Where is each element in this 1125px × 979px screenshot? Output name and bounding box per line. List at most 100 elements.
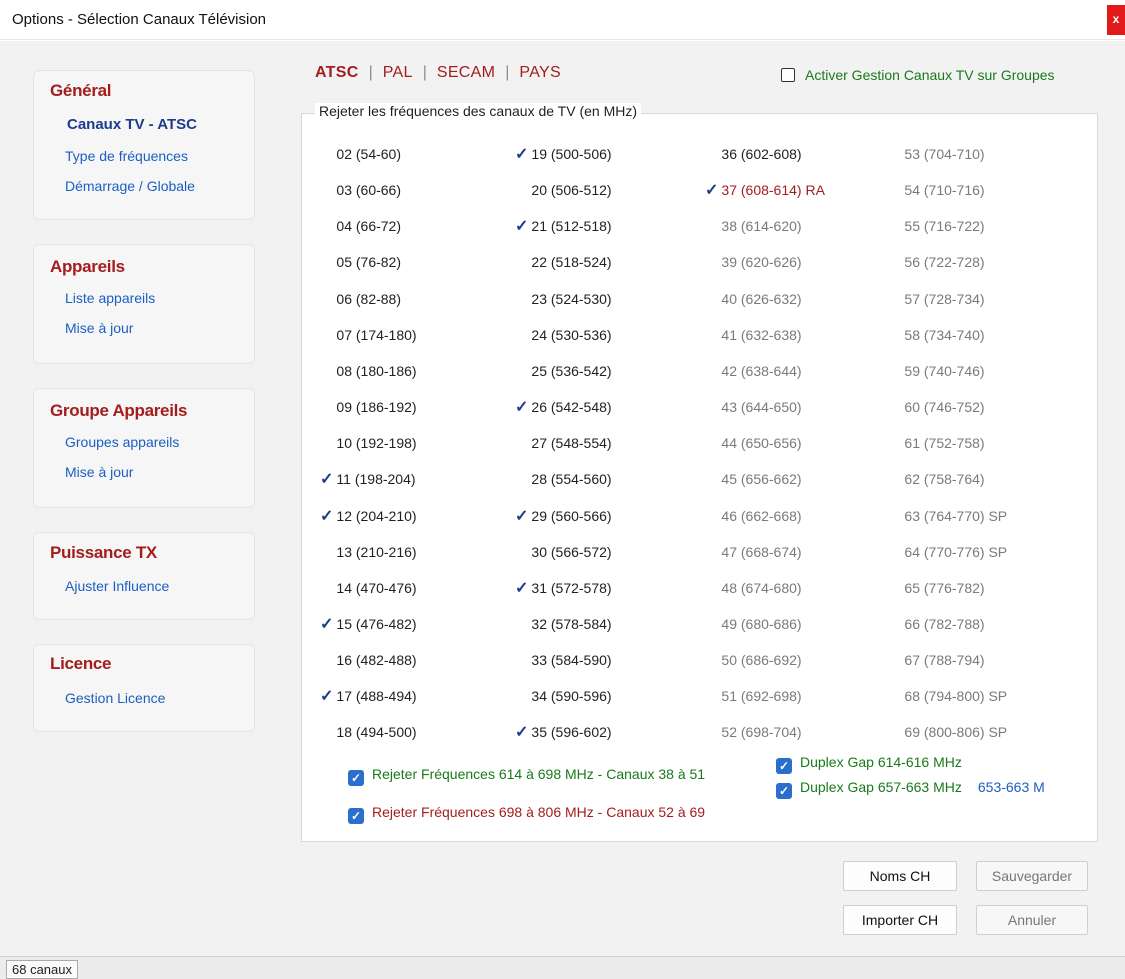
- channel-item[interactable]: ✓13 (210-216): [320, 542, 416, 562]
- importer-ch-button[interactable]: Importer CH: [843, 905, 957, 935]
- channel-item[interactable]: ✓27 (548-554): [515, 433, 611, 453]
- channel-item[interactable]: ✓58 (734-740): [888, 325, 984, 345]
- channel-item[interactable]: ✓30 (566-572): [515, 542, 611, 562]
- channel-item[interactable]: ✓02 (54-60): [320, 144, 401, 164]
- channel-item[interactable]: ✓24 (530-536): [515, 325, 611, 345]
- channel-item[interactable]: ✓ 19 (500-506): [515, 144, 612, 164]
- close-button[interactable]: x: [1107, 5, 1125, 35]
- channel-item[interactable]: ✓ 37 (608-614) RA: [705, 180, 825, 200]
- nav-item-canaux-tv-atsc[interactable]: Canaux TV - ATSC: [67, 116, 197, 133]
- channel-item[interactable]: ✓10 (192-198): [320, 433, 416, 453]
- channel-item[interactable]: ✓51 (692-698): [705, 686, 801, 706]
- duplex-614-616-checkbox[interactable]: ✓ Duplex Gap 614-616 MHz: [776, 754, 962, 774]
- channel-item[interactable]: ✓41 (632-638): [705, 325, 802, 345]
- channel-item[interactable]: ✓50 (686-692): [705, 650, 801, 670]
- channel-item[interactable]: ✓60 (746-752): [888, 397, 984, 417]
- channel-item[interactable]: ✓49 (680-686): [705, 614, 801, 634]
- channel-item[interactable]: ✓61 (752-758): [888, 433, 984, 453]
- channel-item[interactable]: ✓68 (794-800) SP: [888, 686, 1007, 706]
- channel-item[interactable]: ✓65 (776-782): [888, 578, 984, 598]
- channel-item[interactable]: ✓62 (758-764): [888, 469, 984, 489]
- tab-pays[interactable]: PAYS: [519, 64, 561, 81]
- channel-item[interactable]: ✓57 (728-734): [888, 289, 984, 309]
- channel-item[interactable]: ✓ 31 (572-578): [515, 578, 612, 598]
- channel-item[interactable]: ✓ 11 (198-204): [320, 469, 416, 489]
- channel-item[interactable]: ✓56 (722-728): [888, 252, 984, 272]
- channel-item[interactable]: ✓69 (800-806) SP: [888, 722, 1007, 742]
- duplex-657-663-checkbox[interactable]: ✓ Duplex Gap 657-663 MHz 653-663 M: [776, 779, 1045, 799]
- channel-item[interactable]: ✓47 (668-674): [705, 542, 801, 562]
- channel-item[interactable]: ✓14 (470-476): [320, 578, 416, 598]
- channel-item[interactable]: ✓46 (662-668): [705, 506, 801, 526]
- nav-item-groupes-appareils[interactable]: Groupes appareils: [65, 434, 179, 450]
- channel-label: 41 (632-638): [721, 327, 802, 343]
- channel-item[interactable]: ✓23 (524-530): [515, 289, 611, 309]
- annuler-button[interactable]: Annuler: [976, 905, 1088, 935]
- channel-item[interactable]: ✓54 (710-716): [888, 180, 984, 200]
- channel-item[interactable]: ✓59 (740-746): [888, 361, 984, 381]
- channel-item[interactable]: ✓06 (82-88): [320, 289, 401, 309]
- channel-item[interactable]: ✓28 (554-560): [515, 469, 611, 489]
- channel-item[interactable]: ✓05 (76-82): [320, 252, 401, 272]
- channel-item[interactable]: ✓04 (66-72): [320, 216, 401, 236]
- channel-item[interactable]: ✓18 (494-500): [320, 722, 416, 742]
- checkmark-icon: ✓: [515, 218, 529, 235]
- channel-item[interactable]: ✓40 (626-632): [705, 289, 801, 309]
- channel-item[interactable]: ✓32 (578-584): [515, 614, 611, 634]
- channel-item[interactable]: ✓67 (788-794): [888, 650, 984, 670]
- channel-item[interactable]: ✓16 (482-488): [320, 650, 416, 670]
- channel-item[interactable]: ✓55 (716-722): [888, 216, 984, 236]
- channel-item[interactable]: ✓ 15 (476-482): [320, 614, 417, 634]
- channel-label: 17 (488-494): [336, 688, 417, 704]
- channel-item[interactable]: ✓43 (644-650): [705, 397, 801, 417]
- channel-item[interactable]: ✓45 (656-662): [705, 469, 801, 489]
- channel-item[interactable]: ✓ 35 (596-602): [515, 722, 612, 742]
- nav-item-gestion-licence[interactable]: Gestion Licence: [65, 690, 165, 706]
- nav-item-type-frequences[interactable]: Type de fréquences: [65, 148, 188, 164]
- channel-item[interactable]: ✓36 (602-608): [705, 144, 801, 164]
- channel-item[interactable]: ✓07 (174-180): [320, 325, 416, 345]
- group-management-checkbox[interactable]: Activer Gestion Canaux TV sur Groupes: [781, 67, 1055, 83]
- nav-item-mise-a-jour[interactable]: Mise à jour: [65, 320, 133, 336]
- channel-item[interactable]: ✓44 (650-656): [705, 433, 801, 453]
- channel-item[interactable]: ✓34 (590-596): [515, 686, 611, 706]
- channel-item[interactable]: ✓48 (674-680): [705, 578, 801, 598]
- nav-item-demarrage-globale[interactable]: Démarrage / Globale: [65, 178, 195, 194]
- channel-item[interactable]: ✓66 (782-788): [888, 614, 984, 634]
- channel-item[interactable]: ✓ 29 (560-566): [515, 506, 612, 526]
- sauvegarder-button[interactable]: Sauvegarder: [976, 861, 1088, 891]
- channel-item[interactable]: ✓09 (186-192): [320, 397, 416, 417]
- channel-item[interactable]: ✓63 (764-770) SP: [888, 506, 1007, 526]
- channel-item[interactable]: ✓08 (180-186): [320, 361, 416, 381]
- checkbox-box[interactable]: [781, 68, 795, 82]
- nav-item-ajuster-influence[interactable]: Ajuster Influence: [65, 578, 169, 594]
- channel-item[interactable]: ✓20 (506-512): [515, 180, 611, 200]
- channel-item[interactable]: ✓ 26 (542-548): [515, 397, 612, 417]
- tab-atsc[interactable]: ATSC: [315, 64, 359, 81]
- tab-secam[interactable]: SECAM: [437, 64, 495, 81]
- channel-item[interactable]: ✓42 (638-644): [705, 361, 801, 381]
- channel-item[interactable]: ✓ 12 (204-210): [320, 506, 417, 526]
- channel-item[interactable]: ✓53 (704-710): [888, 144, 984, 164]
- channel-item[interactable]: ✓03 (60-66): [320, 180, 401, 200]
- channel-item[interactable]: ✓38 (614-620): [705, 216, 801, 236]
- nav-item-liste-appareils[interactable]: Liste appareils: [65, 290, 155, 306]
- checked-box-icon[interactable]: ✓: [348, 770, 364, 786]
- channel-item[interactable]: ✓22 (518-524): [515, 252, 611, 272]
- channel-item[interactable]: ✓25 (536-542): [515, 361, 611, 381]
- channel-item[interactable]: ✓64 (770-776) SP: [888, 542, 1007, 562]
- channel-item[interactable]: ✓52 (698-704): [705, 722, 801, 742]
- reject-614-698-checkbox[interactable]: ✓ Rejeter Fréquences 614 à 698 MHz - Cana…: [348, 766, 705, 786]
- channel-item[interactable]: ✓33 (584-590): [515, 650, 611, 670]
- reject-698-806-checkbox[interactable]: ✓ Rejeter Fréquences 698 à 806 MHz - Cana…: [348, 804, 705, 824]
- tab-separator: |: [368, 64, 373, 81]
- checked-box-icon[interactable]: ✓: [348, 808, 364, 824]
- nav-item-mise-a-jour-groupes[interactable]: Mise à jour: [65, 464, 133, 480]
- checked-box-icon[interactable]: ✓: [776, 783, 792, 799]
- channel-item[interactable]: ✓ 17 (488-494): [320, 686, 417, 706]
- checked-box-icon[interactable]: ✓: [776, 758, 792, 774]
- channel-item[interactable]: ✓39 (620-626): [705, 252, 801, 272]
- noms-ch-button[interactable]: Noms CH: [843, 861, 957, 891]
- channel-item[interactable]: ✓ 21 (512-518): [515, 216, 612, 236]
- tab-pal[interactable]: PAL: [383, 64, 413, 81]
